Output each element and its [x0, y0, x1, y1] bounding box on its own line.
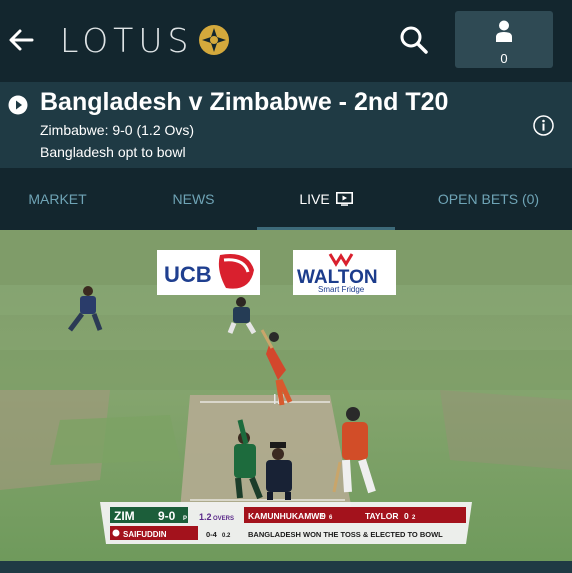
play-circle-icon [8, 95, 28, 115]
scorebar-batter2-score: 0 [404, 511, 409, 521]
tab-news[interactable]: NEWS [131, 168, 256, 230]
info-icon[interactable] [533, 115, 554, 136]
video-frame: UCB WALTON Smart Fridge ZIM 9-0 P 1.2 OV… [0, 230, 572, 561]
bottom-strip [0, 561, 572, 573]
user-icon [496, 20, 512, 42]
tab-label: NEWS [172, 191, 215, 207]
scorebar-batter1: KAMUNHUKAMWE [248, 511, 325, 521]
account-button[interactable]: 0 [455, 11, 553, 68]
event-score: Zimbabwe: 9-0 (1.2 Ovs) [40, 122, 195, 138]
tab-label: OPEN BETS (0) [437, 191, 540, 207]
tab-label: MARKET [28, 191, 87, 207]
scorebar-bowler: SAIFUDDIN [123, 530, 167, 539]
scorebar-bowler-figures: 0-4 [206, 530, 218, 539]
arrow-left-icon [9, 29, 34, 51]
scorebar-bowler-overs: 0.2 [222, 533, 231, 539]
lotus-logo-icon [199, 25, 230, 55]
event-title: Bangladesh v Zimbabwe - 2nd T20 [40, 88, 449, 116]
search-icon [400, 26, 428, 54]
tab-label: LIVE [299, 191, 330, 207]
search-button[interactable] [398, 24, 430, 56]
scorebar-score: 9-0 [158, 509, 176, 523]
scorebar-batter1-score: 9 [321, 511, 326, 521]
scorebar-overs: 1.2 [199, 512, 212, 522]
tab-open-bets[interactable]: OPEN BETS (0) [405, 168, 572, 230]
app-root: LOTUS 0 Bangladesh v Zimbabwe - 2nd T20 … [0, 0, 572, 573]
scorebar-overs-label: OVERS [213, 516, 234, 522]
account-count: 0 [500, 51, 508, 66]
event-status: Bangladesh opt to bowl [40, 144, 186, 160]
top-bar: LOTUS 0 [0, 0, 572, 82]
scorebar-message: BANGLADESH WON THE TOSS & ELECTED TO BOW… [248, 530, 443, 539]
live-video[interactable]: UCB WALTON Smart Fridge ZIM 9-0 P 1.2 OV… [0, 230, 572, 561]
tab-market[interactable]: MARKET [0, 168, 115, 230]
back-button[interactable] [6, 24, 38, 56]
lotus-logo[interactable]: LOTUS [60, 20, 231, 60]
sponsor-board-ucb: UCB [157, 250, 260, 295]
scorebar-team: ZIM [114, 509, 135, 523]
tab-bar: MARKET NEWS LIVE OPEN BETS (0) [0, 168, 572, 230]
sponsor-text-fridge: Smart Fridge [318, 285, 365, 294]
sponsor-board-walton: WALTON Smart Fridge [293, 250, 396, 295]
broadcast-scorebar: ZIM 9-0 P 1.2 OVERS KAMUNHUKAMWE 9 6 TAY… [100, 502, 472, 544]
tab-live[interactable]: LIVE [257, 168, 395, 230]
event-header: Bangladesh v Zimbabwe - 2nd T20 Zimbabwe… [0, 82, 572, 168]
scorebar-score-suffix: P [183, 516, 187, 522]
sponsor-text-ucb: UCB [164, 262, 212, 287]
tv-icon [335, 192, 353, 206]
logo-text: LOTUS [60, 20, 194, 60]
scorebar-batter2: TAYLOR [365, 511, 399, 521]
